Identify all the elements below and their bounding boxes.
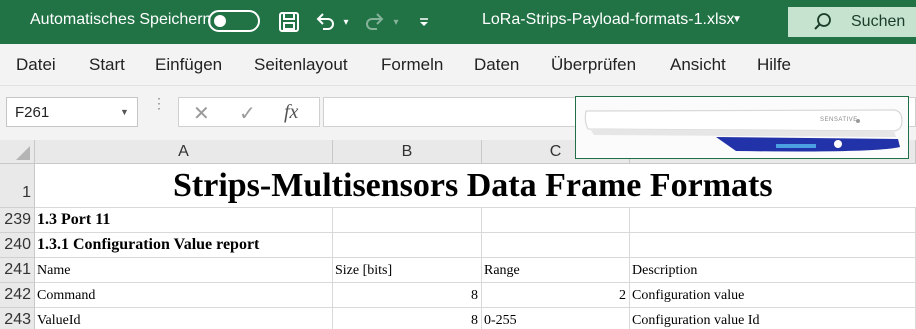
table-cell[interactable]: Configuration value [630, 283, 916, 308]
table-cell[interactable] [630, 233, 916, 258]
save-icon[interactable] [276, 9, 302, 35]
sensor-strip-illustration [576, 97, 908, 158]
cancel-icon[interactable]: ✕ [193, 101, 210, 126]
document-title[interactable]: LoRa-Strips-Payload-formats-1.xlsx [482, 11, 735, 29]
worksheet-grid: A B C 1 Strips-Multisensors Data Frame F… [0, 140, 916, 329]
table-cell[interactable]: 0-255 [482, 308, 630, 329]
search-box[interactable]: Suchen [788, 7, 916, 37]
table-cell[interactable] [333, 208, 482, 233]
ribbon-menu-bar: Datei Start Einfügen Seitenlayout Formel… [0, 44, 916, 86]
title-bar: Automatisches Speichern ▾ ▾ LoRa-Strips-… [0, 0, 916, 44]
autosave-label: Automatisches Speichern [30, 11, 212, 28]
row-header[interactable]: 240 [0, 233, 35, 258]
toggle-knob [214, 15, 226, 27]
insert-function-icon[interactable]: fx [284, 101, 298, 124]
row-header[interactable]: 1 [0, 164, 35, 208]
redo-icon[interactable] [362, 9, 388, 35]
menu-ueberpruefen[interactable]: Überprüfen [551, 55, 636, 75]
table-cell[interactable]: 1.3 Port 11 [35, 208, 333, 233]
menu-daten[interactable]: Daten [474, 55, 519, 75]
table-cell[interactable] [482, 233, 630, 258]
menu-seitenlayout[interactable]: Seitenlayout [254, 55, 348, 75]
table-cell[interactable]: Description [630, 258, 916, 283]
title-dropdown-icon[interactable]: ▼ [732, 14, 742, 25]
menu-start[interactable]: Start [89, 55, 125, 75]
menu-einfuegen[interactable]: Einfügen [155, 55, 222, 75]
table-cell[interactable] [630, 208, 916, 233]
redo-dropdown-icon[interactable]: ▾ [390, 9, 402, 35]
table-cell[interactable]: 1.3.1 Configuration Value report [35, 233, 333, 258]
row-header[interactable]: 242 [0, 283, 35, 308]
embedded-product-image[interactable]: SENSATIVE [575, 96, 909, 159]
formula-buttons: ✕ ✓ fx [178, 97, 320, 127]
table-cell[interactable]: Command [35, 283, 333, 308]
enter-icon[interactable]: ✓ [239, 101, 256, 126]
column-header-b[interactable]: B [333, 140, 482, 164]
name-box-dropdown-icon[interactable]: ▼ [120, 107, 129, 117]
sheet-title: Strips-Multisensors Data Frame Formats [173, 167, 773, 204]
search-label: Suchen [851, 13, 906, 30]
row-header[interactable]: 241 [0, 258, 35, 283]
search-icon [812, 11, 834, 38]
formula-bar-grip-icon[interactable]: ⋮ [152, 96, 166, 110]
menu-datei[interactable]: Datei [16, 55, 56, 75]
table-cell[interactable]: Name [35, 258, 333, 283]
menu-formeln[interactable]: Formeln [381, 55, 443, 75]
table-cell[interactable]: 2 [482, 283, 630, 308]
table-cell[interactable]: Size [bits] [333, 258, 482, 283]
autosave-toggle[interactable] [208, 10, 260, 32]
select-all-icon [16, 146, 30, 160]
table-cell[interactable]: 8 [333, 308, 482, 329]
customize-toolbar-icon[interactable] [416, 9, 432, 35]
name-box[interactable]: F261 ▼ [6, 97, 138, 127]
row-header[interactable]: 239 [0, 208, 35, 233]
undo-icon[interactable] [312, 9, 338, 35]
menu-ansicht[interactable]: Ansicht [670, 55, 726, 75]
table-cell[interactable] [482, 208, 630, 233]
table-cell[interactable]: Range [482, 258, 630, 283]
undo-dropdown-icon[interactable]: ▾ [340, 9, 352, 35]
table-cell[interactable] [333, 233, 482, 258]
column-header-a[interactable]: A [35, 140, 333, 164]
select-all-button[interactable] [0, 140, 35, 164]
table-cell[interactable]: ValueId [35, 308, 333, 329]
table-cell[interactable]: Configuration value Id [630, 308, 916, 329]
table-cell[interactable]: 8 [333, 283, 482, 308]
brand-label: SENSATIVE [820, 117, 858, 123]
row-header[interactable]: 243 [0, 308, 35, 329]
menu-hilfe[interactable]: Hilfe [757, 55, 791, 75]
name-box-value: F261 [15, 104, 50, 121]
sheet-title-cell[interactable]: Strips-Multisensors Data Frame Formats [35, 164, 916, 208]
